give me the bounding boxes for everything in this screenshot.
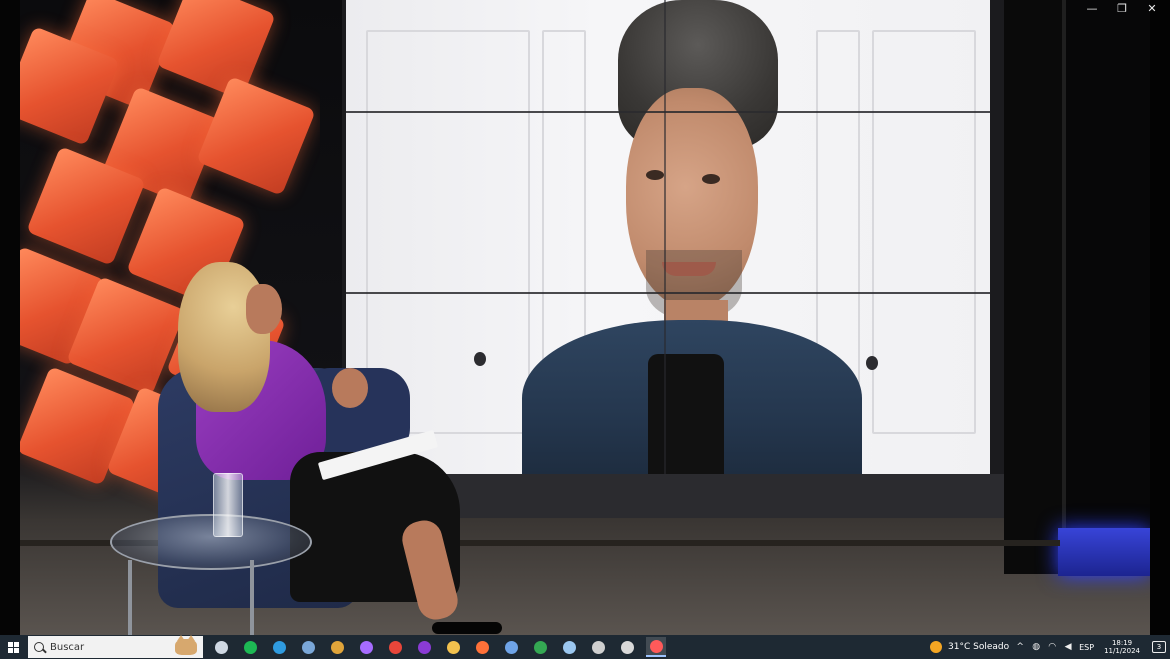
gem-icon-glyph (330, 640, 344, 654)
weather-text[interactable]: 31°C Soleado (948, 642, 1009, 652)
taskbar: Buscar 31°C Soleado ^ ◍ ◠ ◀ ESP 18:19 11… (0, 635, 1170, 659)
close-button[interactable]: ✕ (1144, 2, 1160, 16)
clock-date: 11/1/2024 (1104, 647, 1140, 655)
video-frame: — ❐ ✕ (0, 0, 1170, 635)
volume-icon[interactable]: ◀ (1063, 642, 1073, 652)
network-icon[interactable]: ◍ (1031, 642, 1041, 652)
vpn-icon-glyph (504, 640, 518, 654)
store-icon-glyph (301, 640, 315, 654)
bird-icon[interactable] (617, 637, 637, 657)
restore-button[interactable]: ❐ (1114, 2, 1130, 16)
meta-icon-glyph (359, 640, 373, 654)
chrome-alt-icon[interactable] (530, 637, 550, 657)
system-tray: 31°C Soleado ^ ◍ ◠ ◀ ESP 18:19 11/1/2024… (930, 639, 1170, 655)
vpn-icon[interactable] (501, 637, 521, 657)
clock-time: 18:19 (1111, 639, 1133, 647)
edge-icon-glyph (272, 640, 286, 654)
wifi-icon[interactable]: ◠ (1047, 642, 1057, 652)
taskbar-search-box[interactable]: Buscar (28, 635, 203, 658)
letterbox-left (0, 0, 20, 635)
notepad-icon-glyph (562, 640, 576, 654)
search-placeholder: Buscar (50, 641, 85, 653)
meta-icon[interactable] (356, 637, 376, 657)
store-icon[interactable] (298, 637, 318, 657)
media-player-icon-glyph (649, 639, 663, 653)
host-face (246, 284, 282, 334)
task-view-icon-glyph (214, 640, 228, 654)
letterbox-right (1150, 0, 1170, 635)
window-controls: — ❐ ✕ (1084, 2, 1160, 16)
task-view-icon[interactable] (211, 637, 231, 657)
spotify-icon-glyph (243, 640, 257, 654)
people-icon[interactable] (588, 637, 608, 657)
gem-icon[interactable] (327, 637, 347, 657)
start-button[interactable] (0, 635, 26, 659)
firefox-icon[interactable] (472, 637, 492, 657)
windows-logo-icon (7, 641, 19, 653)
opera-icon-glyph (417, 640, 431, 654)
firefox-icon-glyph (475, 640, 489, 654)
clock[interactable]: 18:19 11/1/2024 (1104, 639, 1140, 655)
spotify-icon[interactable] (240, 637, 260, 657)
water-glass (213, 473, 243, 537)
studio-pillar (1004, 0, 1062, 574)
bird-icon-glyph (620, 640, 634, 654)
weather-sun-icon[interactable] (930, 641, 943, 653)
file-explorer-icon-glyph (446, 640, 460, 654)
glass-side-table (110, 514, 312, 570)
media-player-icon[interactable] (646, 637, 666, 657)
chrome-icon-glyph (388, 640, 402, 654)
chevron-up-icon[interactable]: ^ (1015, 642, 1025, 652)
chrome-alt-icon-glyph (533, 640, 547, 654)
pinned-apps (211, 637, 666, 657)
language-indicator[interactable]: ESP (1079, 643, 1094, 652)
edge-icon[interactable] (269, 637, 289, 657)
search-icon (34, 642, 44, 652)
people-icon-glyph (591, 640, 605, 654)
blue-floor-light (1058, 528, 1150, 576)
file-explorer-icon[interactable] (443, 637, 463, 657)
minimize-button[interactable]: — (1084, 2, 1100, 16)
remote-guest-video (346, 0, 990, 474)
notepad-icon[interactable] (559, 637, 579, 657)
notification-icon[interactable]: 3 (1152, 641, 1166, 653)
opera-icon[interactable] (414, 637, 434, 657)
chrome-icon[interactable] (385, 637, 405, 657)
search-highlight-cat-icon (175, 635, 197, 655)
